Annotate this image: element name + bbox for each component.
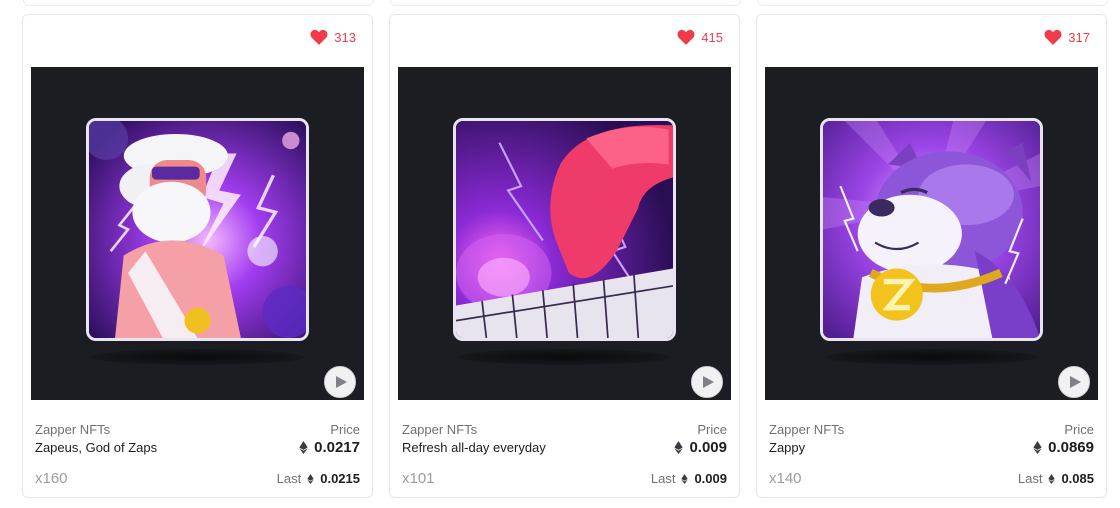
- price-label: Price: [697, 422, 727, 437]
- ethereum-icon: [1048, 473, 1056, 484]
- nft-name[interactable]: Refresh all-day everyday: [402, 440, 546, 455]
- nft-name[interactable]: Zapeus, God of Zaps: [35, 440, 157, 455]
- nft-artwork[interactable]: [453, 118, 676, 341]
- play-button[interactable]: [1058, 366, 1090, 398]
- nft-media[interactable]: [398, 67, 731, 400]
- price-label: Price: [1064, 422, 1094, 437]
- like-count: 313: [334, 29, 356, 45]
- heart-icon: [310, 29, 328, 45]
- ethereum-icon: [1033, 441, 1042, 454]
- price-value: 0.0869: [1033, 439, 1094, 456]
- last-sale: Last 0.0215: [276, 471, 360, 486]
- like-count: 317: [1068, 29, 1090, 45]
- play-icon: [1070, 376, 1081, 388]
- last-sale: Last 0.009: [650, 471, 727, 486]
- edition-quantity: x140: [769, 470, 802, 487]
- heart-icon: [677, 29, 695, 45]
- nft-card[interactable]: 317 Zapper NFTs Price Zappy 0.0869 x140 …: [756, 14, 1107, 498]
- edition-quantity: x160: [35, 470, 68, 487]
- price-value: 0.009: [674, 439, 727, 456]
- nft-artwork[interactable]: [820, 118, 1043, 341]
- nft-name[interactable]: Zappy: [769, 440, 805, 455]
- collection-name[interactable]: Zapper NFTs: [402, 422, 477, 437]
- collection-name[interactable]: Zapper NFTs: [769, 422, 844, 437]
- play-button[interactable]: [324, 366, 356, 398]
- nft-card[interactable]: 415 Zapper NFTs Price Refresh all-day ev…: [389, 14, 740, 498]
- ethereum-icon: [299, 441, 308, 454]
- like-button[interactable]: 415: [677, 29, 723, 45]
- ethereum-icon: [307, 473, 314, 484]
- play-button[interactable]: [691, 366, 723, 398]
- ethereum-icon: [674, 441, 684, 454]
- heart-icon: [1044, 29, 1062, 45]
- previous-row-edge: [0, 0, 1120, 6]
- nft-media[interactable]: [765, 67, 1098, 400]
- play-icon: [703, 376, 714, 388]
- price-value: 0.0217: [299, 439, 360, 456]
- nft-card[interactable]: 313 Zapper NFTs Price Zapeus, God of Zap…: [22, 14, 373, 498]
- like-button[interactable]: 313: [310, 29, 356, 45]
- price-label: Price: [330, 422, 360, 437]
- like-button[interactable]: 317: [1044, 29, 1090, 45]
- ethereum-icon: [681, 473, 689, 484]
- play-icon: [336, 376, 347, 388]
- edition-quantity: x101: [402, 470, 435, 487]
- nft-media[interactable]: [31, 67, 364, 400]
- nft-artwork[interactable]: [86, 118, 309, 341]
- like-count: 415: [701, 29, 723, 45]
- last-sale: Last 0.085: [1017, 471, 1094, 486]
- collection-name[interactable]: Zapper NFTs: [35, 422, 110, 437]
